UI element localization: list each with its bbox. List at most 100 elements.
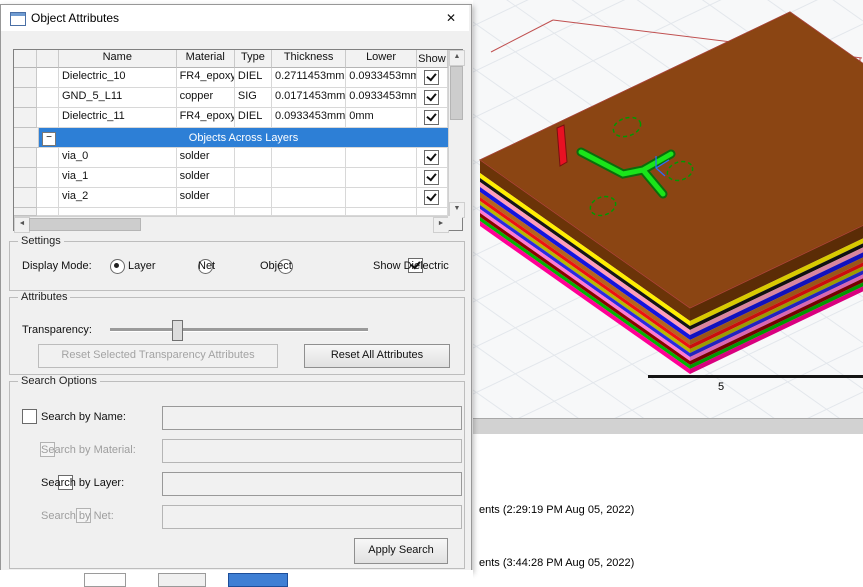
show-checkbox[interactable]	[424, 90, 439, 105]
dialog-title: Object Attributes	[31, 11, 119, 25]
object-attributes-dialog: Object Attributes ✕ Name Material Type T…	[0, 4, 472, 572]
header-cell-selector	[14, 50, 37, 68]
radio-object-label[interactable]: Object	[260, 260, 292, 272]
dialog-titlebar[interactable]: Object Attributes ✕	[1, 5, 469, 31]
cell-name: via_1	[59, 168, 177, 188]
cell-name: Dielectric_10	[59, 68, 177, 88]
search-by-name-checkbox[interactable]	[22, 409, 37, 424]
close-button[interactable]: ✕	[435, 7, 467, 29]
cell-material: solder	[177, 168, 235, 188]
scroll-left-button[interactable]: ◄	[14, 217, 30, 233]
show-checkbox[interactable]	[424, 150, 439, 165]
radio-net-label[interactable]: Net	[198, 260, 215, 272]
message-entry: ents (2:29:19 PM Aug 05, 2022)	[479, 504, 634, 516]
display-mode-label: Display Mode:	[22, 260, 92, 272]
cell-material: FR4_epoxy	[177, 68, 235, 88]
cell-thickness: 0.0171453mm	[272, 88, 346, 108]
row-selector[interactable]	[14, 188, 37, 208]
search-options-legend: Search Options	[18, 375, 100, 387]
show-checkbox[interactable]	[424, 190, 439, 205]
cell-material: FR4_epoxy	[177, 108, 235, 128]
header-cell-expand	[37, 50, 59, 68]
show-checkbox[interactable]	[424, 170, 439, 185]
group-row-label: Objects Across Layers	[189, 132, 298, 144]
show-dielectric-label[interactable]: Show Dielectric	[373, 260, 449, 272]
hscroll-thumb[interactable]	[29, 218, 141, 231]
cell-name: Dielectric_11	[59, 108, 177, 128]
cell-name: via_2	[59, 188, 177, 208]
search-by-net-input	[162, 505, 462, 529]
settings-legend: Settings	[18, 235, 64, 247]
row-selector[interactable]	[14, 128, 39, 148]
cell-thickness: 0.2711453mm	[272, 68, 346, 88]
transparency-slider-thumb[interactable]	[172, 320, 183, 341]
header-cell[interactable]: Name	[59, 50, 177, 68]
radio-layer[interactable]	[110, 259, 125, 274]
cell-type: DIEL	[235, 108, 272, 128]
cell-thickness: 0.0933453mm	[272, 108, 346, 128]
apply-search-button[interactable]: Apply Search	[354, 538, 448, 564]
scroll-up-button[interactable]: ▲	[449, 50, 465, 66]
row-selector[interactable]	[14, 68, 37, 88]
scroll-right-button[interactable]: ►	[433, 217, 449, 233]
header-cell[interactable]: Material	[177, 50, 235, 68]
header-cell[interactable]: Lower	[346, 50, 417, 68]
transparency-slider-track[interactable]	[110, 328, 368, 332]
show-checkbox[interactable]	[424, 70, 439, 85]
background-button[interactable]	[84, 573, 126, 587]
search-by-layer-label[interactable]: Search by Layer:	[41, 477, 124, 489]
row-selector[interactable]	[14, 88, 37, 108]
cell-lower: 0mm	[346, 108, 417, 128]
row-selector[interactable]	[14, 148, 37, 168]
background-button[interactable]	[158, 573, 206, 587]
background-button-active[interactable]	[228, 573, 288, 587]
row-selector[interactable]	[14, 168, 37, 188]
collapse-button[interactable]: −	[42, 132, 56, 146]
3d-viewport[interactable]: 5 ents (2:29:19 PM Aug 05, 2022) ents (3…	[473, 0, 863, 586]
table-row-via-0[interactable]: via_0 solder	[14, 148, 448, 168]
table-row-via-2[interactable]: via_2 solder	[14, 188, 448, 208]
reset-all-attributes-button[interactable]: Reset All Attributes	[304, 344, 450, 368]
attributes-group: Attributes Transparency: Reset Selected …	[9, 297, 465, 375]
table-row-partial	[14, 208, 448, 216]
table-hscrollbar[interactable]: ◄ ►	[14, 216, 448, 231]
group-row-highlight[interactable]: − Objects Across Layers	[39, 128, 448, 148]
table-row-dielectric-11[interactable]: Dielectric_11 FR4_epoxy DIEL 0.0933453mm…	[14, 108, 448, 128]
axis-tick-label: 5	[713, 381, 729, 393]
cell-name: via_0	[59, 148, 177, 168]
layers-table: Name Material Type Thickness Lower Show …	[13, 49, 463, 231]
reset-selected-transparency-button[interactable]: Reset Selected Transparency Attributes	[38, 344, 278, 368]
table-header-row: Name Material Type Thickness Lower Show	[14, 50, 448, 68]
search-by-material-input	[162, 439, 462, 463]
transparency-label: Transparency:	[22, 324, 92, 336]
header-cell[interactable]: Thickness	[272, 50, 346, 68]
search-options-group: Search Options Search by Name: Search by…	[9, 381, 465, 569]
wireframe-line	[491, 20, 553, 52]
cell-material: copper	[177, 88, 235, 108]
header-cell[interactable]: Type	[235, 50, 272, 68]
table-vscrollbar[interactable]: ▲ ▼	[448, 50, 463, 216]
search-by-name-label[interactable]: Search by Name:	[41, 411, 126, 423]
search-by-name-input[interactable]	[162, 406, 462, 430]
search-by-layer-input[interactable]	[162, 472, 462, 496]
vscroll-thumb[interactable]	[450, 66, 463, 120]
message-entry: ents (3:44:28 PM Aug 05, 2022)	[479, 557, 634, 569]
cell-material: solder	[177, 188, 235, 208]
axis-line	[648, 375, 863, 378]
table-group-row-objects-across-layers[interactable]: − Objects Across Layers	[14, 128, 448, 148]
table-row-dielectric-10[interactable]: Dielectric_10 FR4_epoxy DIEL 0.2711453mm…	[14, 68, 448, 88]
cell-lower: 0.0933453mm	[346, 68, 417, 88]
header-cell[interactable]: Show	[417, 50, 448, 68]
cell-material: solder	[177, 148, 235, 168]
message-log: ents (2:29:19 PM Aug 05, 2022) ents (3:4…	[473, 434, 863, 586]
attributes-legend: Attributes	[18, 291, 70, 303]
cell-lower: 0.0933453mm	[346, 88, 417, 108]
cell-name: GND_5_L11	[59, 88, 177, 108]
table-row-via-1[interactable]: via_1 solder	[14, 168, 448, 188]
row-selector[interactable]	[14, 108, 37, 128]
cell-type: DIEL	[235, 68, 272, 88]
table-row-gnd-5-l11[interactable]: GND_5_L11 copper SIG 0.0171453mm 0.09334…	[14, 88, 448, 108]
search-by-net-label: Search by Net:	[41, 510, 114, 522]
show-checkbox[interactable]	[424, 110, 439, 125]
radio-layer-label[interactable]: Layer	[128, 260, 156, 272]
